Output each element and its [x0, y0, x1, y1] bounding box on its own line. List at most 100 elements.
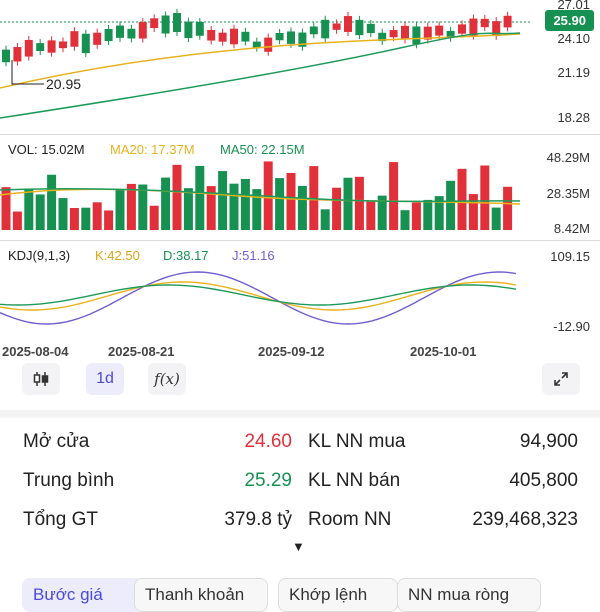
volume-bar [35, 194, 45, 230]
volume-bar [69, 207, 79, 230]
open-value: 24.60 [244, 431, 292, 452]
candlestick [503, 15, 512, 28]
date-label: 2025-09-12 [258, 344, 325, 359]
indicator-function-button[interactable]: f(x) [148, 363, 186, 395]
candlestick [116, 25, 124, 38]
candlestick [366, 23, 375, 34]
volume-bar [218, 171, 228, 230]
stock-chart[interactable]: 27.01 24.10 21.19 18.28 25.90 20.95 VOL:… [0, 0, 600, 360]
interval-button[interactable]: 1d [86, 363, 124, 395]
volume-axis-label: 28.35M [546, 186, 590, 201]
candlestick [275, 32, 284, 41]
candlestick [480, 18, 489, 28]
detail-tabs: Bước giá Thanh khoản Khớp lệnh NN mua rò… [0, 578, 600, 612]
volume-bar [240, 178, 250, 230]
volume-bar [423, 199, 433, 230]
candlestick [412, 26, 421, 45]
candlestick [241, 31, 250, 42]
candlestick [389, 30, 398, 38]
volume-bar [400, 210, 410, 230]
volume-bar [229, 183, 239, 230]
candlestick [207, 29, 216, 41]
candlestick [252, 41, 261, 48]
candlestick [81, 33, 90, 54]
candlestick [309, 26, 318, 35]
average-value: 25.29 [244, 470, 292, 491]
candlestick-type-button[interactable] [22, 363, 60, 395]
candlestick [401, 25, 409, 40]
candlestick [70, 31, 79, 47]
tab-foreign-net-buy[interactable]: NN mua ròng [397, 578, 541, 612]
candlestick [59, 41, 67, 49]
kdj-d-label: D:38.17 [163, 248, 209, 263]
volume-bar [480, 165, 490, 230]
volume-bar [47, 174, 57, 230]
date-label: 2025-08-04 [2, 344, 69, 359]
volume-bar [138, 184, 148, 230]
price-axis-label: 18.28 [557, 110, 590, 125]
candlestick [93, 32, 102, 45]
total-value-amount: 379.8 tỷ [224, 509, 292, 530]
kdj-title: KDJ(9,1,3) [8, 248, 71, 263]
candlestick [2, 49, 10, 63]
tab-liquidity[interactable]: Thanh khoản [134, 578, 268, 612]
tab-price-step[interactable]: Bước giá [22, 578, 144, 612]
volume-bar [58, 198, 68, 230]
volume-bars [0, 161, 521, 230]
volume-bar [411, 202, 421, 230]
volume-bar [366, 201, 376, 230]
stats-row: Trung bình 25.29 KL NN bán 405,800 [0, 470, 600, 506]
kdj-j-label: J:51.16 [232, 248, 275, 263]
foreign-room-label: Room NN [308, 509, 392, 530]
kdj-k-line [0, 281, 517, 311]
candlestick [13, 47, 22, 62]
volume-axis-label: 8.42M [553, 221, 590, 236]
tab-matched-orders[interactable]: Khớp lệnh [278, 578, 398, 612]
foreign-room-value: 239,468,323 [472, 509, 578, 530]
vol-label: VOL: 15.02M [8, 142, 85, 157]
volume-bar [389, 162, 399, 230]
kdj-axis-label: -12.90 [553, 319, 590, 334]
price-candles [0, 9, 521, 119]
volume-axis-label: 48.29M [546, 150, 590, 165]
volume-bar [457, 168, 467, 230]
candlestick [184, 21, 193, 39]
section-divider [0, 410, 600, 418]
candlestick [458, 24, 466, 34]
candlestick [287, 31, 295, 44]
volume-bar [332, 187, 342, 230]
volume-bar [149, 205, 159, 230]
open-label: Mở cửa [23, 431, 90, 452]
volume-bar [126, 183, 136, 230]
volume-bar [275, 178, 285, 230]
volume-bar [503, 186, 513, 230]
volume-bar [81, 207, 91, 230]
candlestick [36, 43, 45, 52]
candlestick [230, 28, 238, 45]
candlestick [469, 18, 478, 36]
volume-bar [354, 176, 364, 230]
expand-chart-button[interactable] [542, 363, 580, 395]
panel-separator [0, 240, 600, 241]
volume-bar [195, 165, 205, 230]
volume-bar [468, 194, 478, 230]
candlestick [355, 19, 364, 36]
candlestick [138, 22, 147, 39]
foreign-sell-value: 405,800 [509, 470, 578, 491]
kdj-lines [0, 271, 517, 325]
volume-bar [161, 177, 171, 230]
stats-row: Mở cửa 24.60 KL NN mua 94,900 [0, 431, 600, 467]
date-label: 2025-10-01 [410, 344, 477, 359]
total-value-label: Tổng GT [23, 509, 98, 530]
candlestick [195, 21, 204, 36]
candlestick [173, 13, 181, 33]
volume-bar [115, 189, 125, 230]
expand-stats-toggle[interactable]: ▼ [292, 539, 305, 554]
foreign-buy-value: 94,900 [519, 431, 578, 452]
ma20-label: MA20: 17.37M [110, 142, 195, 157]
volume-bar [297, 185, 307, 230]
candlestick [344, 16, 352, 32]
kdj-axis-label: 109.15 [550, 249, 590, 264]
panel-separator [0, 134, 600, 135]
chart-canvas [0, 9, 530, 325]
